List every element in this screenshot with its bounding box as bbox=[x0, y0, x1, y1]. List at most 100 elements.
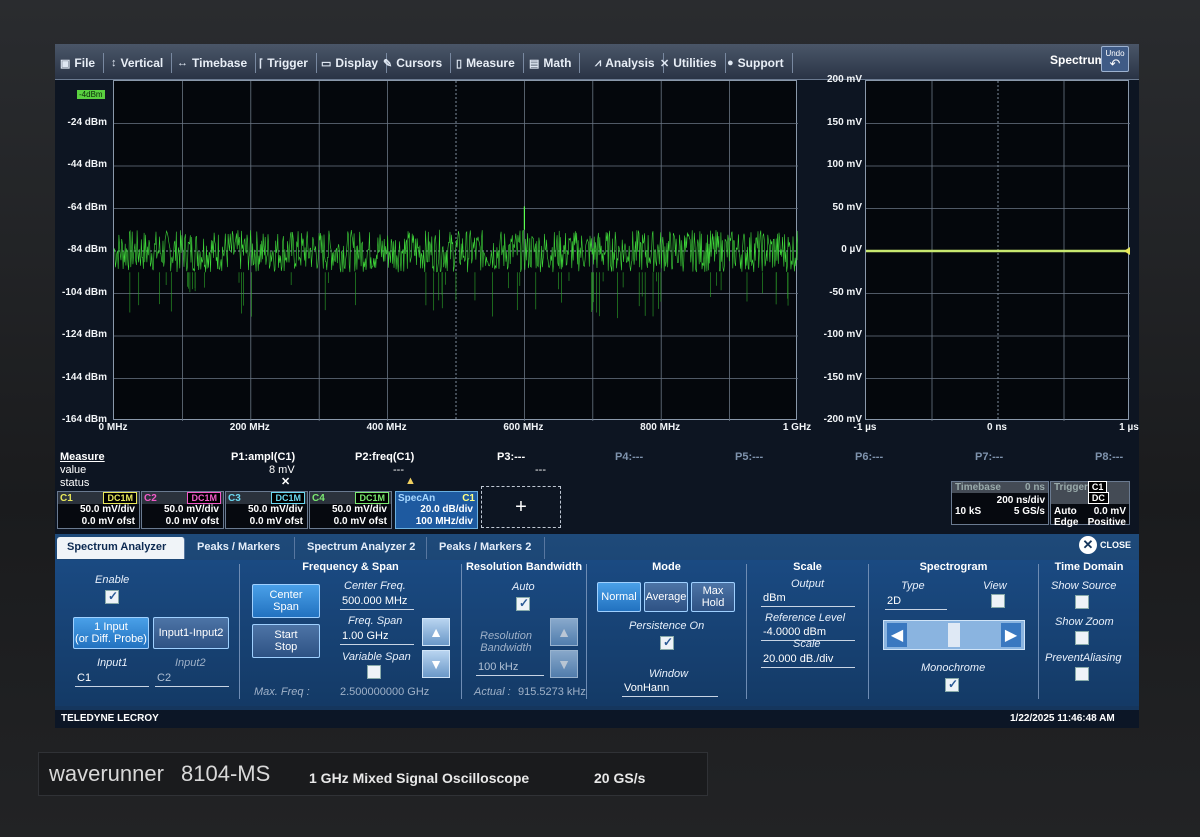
show-zoom-label: Show Zoom bbox=[1055, 616, 1114, 628]
rbw-field[interactable]: 100 kHz bbox=[476, 661, 544, 676]
menu-support[interactable]: ● Support bbox=[727, 53, 793, 73]
output-label: Output bbox=[791, 578, 825, 590]
menu-measure[interactable]: ▯ Measure bbox=[456, 53, 524, 73]
spectrogram-slider[interactable]: ◀ ▶ bbox=[883, 620, 1025, 650]
status-bar: TELEDYNE LECROY 1/22/2025 11:46:48 AM bbox=[55, 710, 1139, 728]
slider-right-icon[interactable]: ▶ bbox=[1001, 623, 1021, 647]
input2-field[interactable]: C2 bbox=[155, 672, 229, 687]
spectrogram-title: Spectrogram bbox=[919, 561, 988, 573]
span-down-icon[interactable]: ▼ bbox=[422, 650, 450, 678]
close-icon: ✕ bbox=[1079, 536, 1097, 554]
menu-label: Support bbox=[737, 56, 784, 70]
channel-c1-box[interactable]: C1 DC1M 50.0 mV/div 0.0 mV ofst bbox=[57, 491, 140, 529]
tab-peaks-markers-2[interactable]: Peaks / Markers 2 bbox=[429, 537, 545, 559]
measure-param-name[interactable]: P7:--- bbox=[975, 451, 1003, 463]
measure-param-name[interactable]: P5:--- bbox=[735, 451, 763, 463]
channel-offset: 0.0 mV ofst bbox=[165, 516, 219, 527]
mode-normal-button[interactable]: Normal bbox=[597, 582, 641, 612]
measure-param-name[interactable]: P2:freq(C1) bbox=[355, 451, 414, 463]
channel-c2-box[interactable]: C2 DC1M 50.0 mV/div 0.0 mV ofst bbox=[141, 491, 224, 529]
scale-field[interactable]: 20.000 dB./div bbox=[761, 653, 855, 668]
menu-math[interactable]: ▤ Math bbox=[529, 53, 581, 73]
center-span-button[interactable]: Center Span bbox=[252, 584, 320, 618]
slider-thumb[interactable] bbox=[948, 623, 960, 647]
mode-maxhold-button[interactable]: Max Hold bbox=[691, 582, 735, 612]
channel-name: C4 bbox=[312, 492, 325, 504]
spectrum-x-tick: 0 MHz bbox=[98, 422, 128, 433]
prevent-aliasing-checkbox[interactable] bbox=[1075, 667, 1089, 681]
start-stop-button[interactable]: Start Stop bbox=[252, 624, 320, 658]
variable-span-checkbox[interactable] bbox=[367, 665, 381, 679]
time-y-tick: -50 mV bbox=[829, 286, 862, 298]
tab-peaks-markers[interactable]: Peaks / Markers bbox=[187, 537, 295, 559]
auto-rbw-checkbox[interactable] bbox=[516, 596, 530, 611]
prevent-aliasing-label: PreventAliasing bbox=[1045, 652, 1122, 664]
freq-span-field[interactable]: 1.00 GHz bbox=[340, 630, 414, 645]
menu-label: Cursors bbox=[396, 56, 443, 70]
rbw-down-icon[interactable]: ▼ bbox=[550, 650, 578, 678]
mode-average-button[interactable]: Average bbox=[644, 582, 688, 612]
close-button[interactable]: ✕ CLOSE bbox=[1079, 536, 1131, 554]
measure-param-name[interactable]: P1:ampl(C1) bbox=[231, 451, 295, 463]
menu-file[interactable]: ▣ File bbox=[60, 53, 105, 73]
menu-cursors[interactable]: ✎ Cursors bbox=[383, 53, 452, 73]
show-zoom-checkbox[interactable] bbox=[1075, 631, 1089, 645]
persistence-checkbox[interactable] bbox=[660, 635, 674, 650]
measure-param-name[interactable]: P6:--- bbox=[855, 451, 883, 463]
diff-input-button[interactable]: Input1-Input2 bbox=[153, 617, 229, 649]
monochrome-checkbox[interactable] bbox=[945, 677, 959, 692]
measure-param-name[interactable]: P4:--- bbox=[615, 451, 643, 463]
show-source-checkbox[interactable] bbox=[1075, 595, 1089, 609]
undo-button[interactable]: Undo ↶ bbox=[1101, 46, 1129, 72]
specan-trace-box[interactable]: SpecAn C1 20.0 dB/div 100 MHz/div bbox=[395, 491, 478, 529]
model-plate: waverunner 8104-MS 1 GHz Mixed Signal Os… bbox=[38, 752, 708, 796]
measure-param-name[interactable]: P8:--- bbox=[1095, 451, 1123, 463]
channel-vdiv: 50.0 mV/div bbox=[79, 504, 135, 515]
resolution-bandwidth-section: Resolution Bandwidth Auto Resolution Ban… bbox=[462, 561, 587, 699]
menu-label: Analysis bbox=[605, 56, 655, 70]
rbw-up-icon[interactable]: ▲ bbox=[550, 618, 578, 646]
center-freq-field[interactable]: 500.000 MHz bbox=[340, 595, 414, 610]
time-y-tick: -100 mV bbox=[823, 329, 862, 340]
menu-timebase[interactable]: ↔ Timebase bbox=[177, 53, 257, 73]
trigger-box[interactable]: Trigger C1 DC Auto 0.0 mV Edge Positive bbox=[1050, 481, 1130, 528]
window-select[interactable]: VonHann bbox=[622, 682, 718, 697]
spectrum-y-tick: -64 dBm bbox=[67, 201, 107, 213]
scale-section: Scale Output dBm Reference Level -4.0000… bbox=[747, 561, 869, 699]
menu-utilities[interactable]: ✕ Utilities bbox=[660, 53, 726, 73]
enable-checkbox[interactable] bbox=[105, 589, 119, 604]
view-checkbox[interactable] bbox=[991, 594, 1005, 608]
spectrum-y-tick: -84 dBm bbox=[67, 244, 107, 255]
menu-label: Trigger bbox=[267, 56, 308, 70]
menu-trigger[interactable]: ⌈ Trigger bbox=[259, 53, 317, 73]
channel-c4-box[interactable]: C4 DC1M 50.0 mV/div 0.0 mV ofst bbox=[309, 491, 392, 529]
tab-spectrum-analyzer-2[interactable]: Spectrum Analyzer 2 bbox=[297, 537, 427, 559]
spectrum-x-tick: 600 MHz bbox=[503, 422, 544, 433]
single-input-button[interactable]: 1 Input (or Diff. Probe) bbox=[73, 617, 149, 649]
span-up-icon[interactable]: ▲ bbox=[422, 618, 450, 646]
output-select[interactable]: dBm bbox=[761, 592, 855, 607]
add-trace-button[interactable]: + bbox=[481, 486, 561, 528]
time-y-tick: 100 mV bbox=[826, 159, 862, 170]
spectrum-tab[interactable]: Spectrum bbox=[1050, 53, 1105, 67]
menu-vertical[interactable]: ↕ Vertical bbox=[111, 53, 173, 73]
spectrum-y-tick: -104 dBm bbox=[61, 286, 107, 298]
time-y-tick: 200 mV bbox=[826, 74, 862, 85]
measure-param-name[interactable]: P3:--- bbox=[497, 451, 525, 463]
input1-field[interactable]: C1 bbox=[75, 672, 149, 687]
menu-analysis[interactable]: ⩘ Analysis bbox=[595, 53, 664, 73]
type-select[interactable]: 2D bbox=[885, 595, 947, 610]
spectrum-analyzer-dialog: ✕CLOSE Enable 1 Input (or Diff. Probe) I… bbox=[55, 534, 1139, 728]
channel-coupling: DC1M bbox=[187, 492, 221, 504]
slider-left-icon[interactable]: ◀ bbox=[887, 623, 907, 647]
time-x-tick: 1 µs bbox=[1119, 422, 1139, 433]
spectrum-x-tick: 800 MHz bbox=[640, 422, 681, 433]
timebase-box[interactable]: Timebase 0 ns 200 ns/div 10 kS 5 GS/s bbox=[951, 481, 1049, 525]
channel-offset: 0.0 mV ofst bbox=[81, 516, 135, 527]
spectrogram-section: Spectrogram Type 2D View ◀ ▶ Monochrome bbox=[869, 561, 1039, 699]
view-label: View bbox=[983, 580, 1007, 592]
channel-c3-box[interactable]: C3 DC1M 50.0 mV/div 0.0 mV ofst bbox=[225, 491, 308, 529]
model-description: 1 GHz Mixed Signal Oscilloscope bbox=[309, 770, 530, 786]
tab-spectrum-analyzer[interactable]: Spectrum Analyzer bbox=[57, 537, 185, 559]
menu-display[interactable]: ▭ Display bbox=[321, 53, 388, 73]
